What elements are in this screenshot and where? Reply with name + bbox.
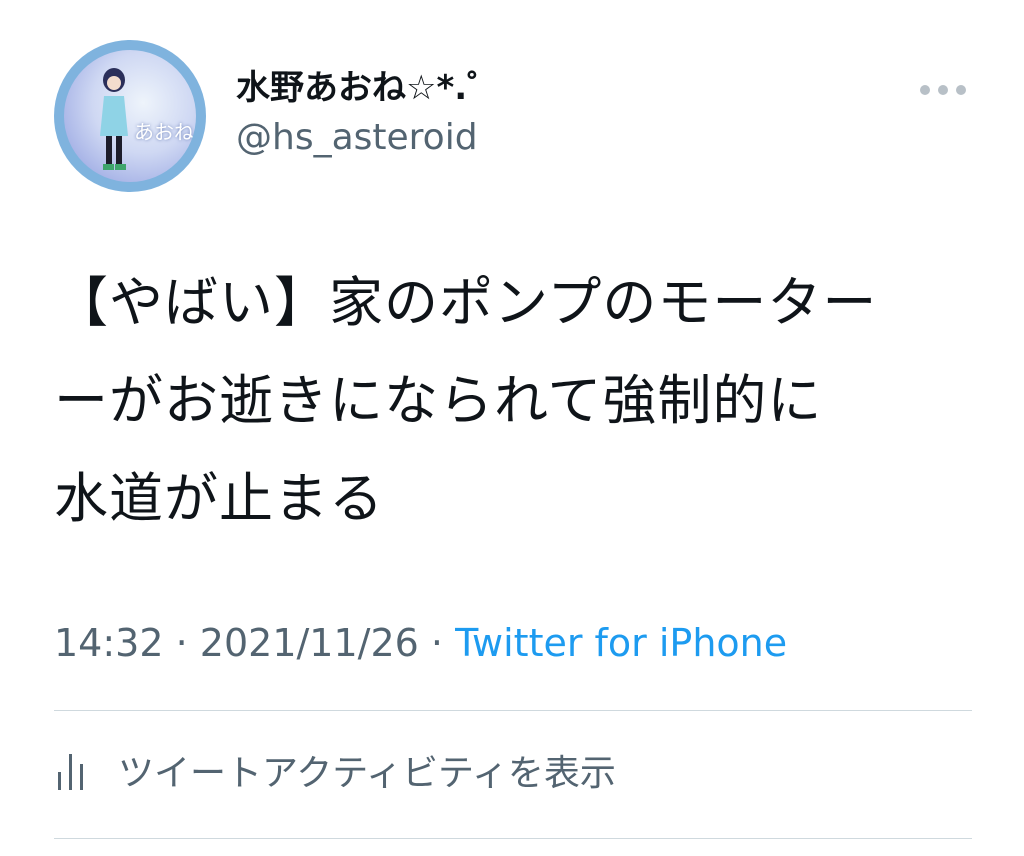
tweet-metadata: 14:32 · 2021/11/26 · Twitter for iPhone	[54, 618, 787, 668]
divider	[54, 838, 972, 839]
tweet-text: 【やばい】家のポンプのモーター ーがお逝きになられて強制的に 水道が止まる	[54, 271, 878, 530]
user-handle[interactable]: @hs_asteroid	[236, 118, 501, 158]
avatar-text: あおね	[134, 120, 194, 144]
activity-label: ツイートアクティビティを表示	[118, 753, 616, 794]
ellipsis-dot	[920, 85, 930, 95]
tweet-detail: あおね 水野あおね☆*.゜ @hs_asteroid 【やばい】家のポンプのモー…	[0, 0, 1024, 856]
bar-chart-icon	[58, 754, 83, 790]
ellipsis-dot	[956, 85, 966, 95]
tweet-date[interactable]: 2021/11/26	[200, 621, 419, 665]
meta-separator: ·	[175, 621, 188, 665]
tweet-time[interactable]: 14:32	[54, 621, 164, 665]
user-info: 水野あおね☆*.゜ @hs_asteroid	[236, 68, 501, 158]
meta-separator: ·	[430, 621, 444, 665]
avatar-character-illustration	[100, 68, 128, 170]
display-name[interactable]: 水野あおね☆*.゜	[236, 68, 501, 108]
tweet-header: あおね 水野あおね☆*.゜ @hs_asteroid	[54, 40, 972, 196]
view-tweet-activity-button[interactable]: ツイートアクティビティを表示	[54, 740, 616, 800]
more-options-button[interactable]	[920, 82, 966, 98]
avatar-image: あおね	[64, 50, 196, 182]
divider	[54, 710, 972, 711]
avatar[interactable]: あおね	[54, 40, 206, 192]
ellipsis-dot	[938, 85, 948, 95]
tweet-source-link[interactable]: Twitter for iPhone	[455, 621, 787, 665]
